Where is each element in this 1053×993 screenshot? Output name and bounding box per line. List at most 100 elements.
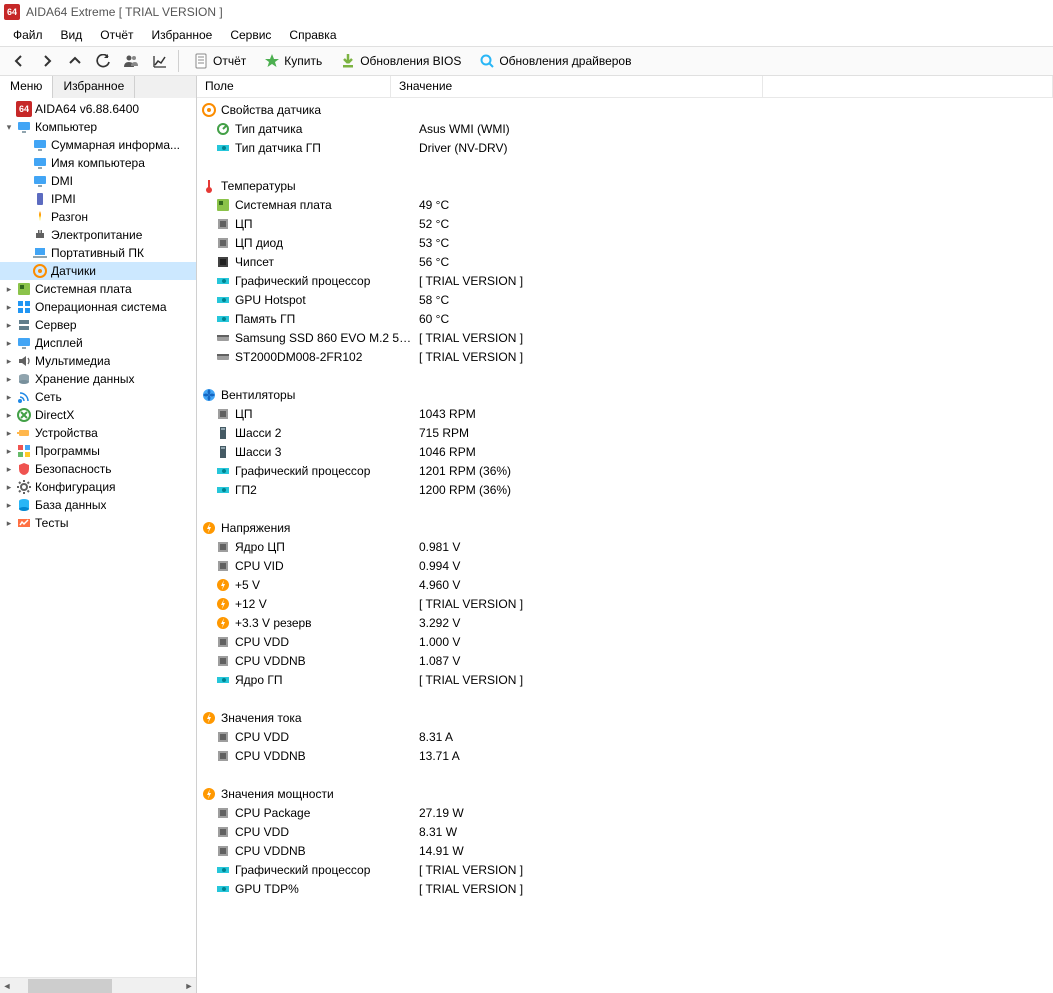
sensor-row[interactable]: GPU Hotspot58 °C <box>197 290 1053 309</box>
sensor-row[interactable]: Ядро ЦП0.981 V <box>197 537 1053 556</box>
twisty-icon[interactable]: ▸ <box>2 464 16 475</box>
refresh-button[interactable] <box>90 48 116 74</box>
tab-menu[interactable]: Меню <box>0 76 53 98</box>
tree-computer[interactable]: ▾Компьютер <box>0 118 196 136</box>
sensor-row[interactable]: CPU VDD8.31 A <box>197 727 1053 746</box>
tree-root[interactable]: 64AIDA64 v6.88.6400 <box>0 100 196 118</box>
tree-category[interactable]: ▸База данных <box>0 496 196 514</box>
sensor-row[interactable]: +12 V[ TRIAL VERSION ] <box>197 594 1053 613</box>
sensor-row[interactable]: Память ГП60 °C <box>197 309 1053 328</box>
menu-report[interactable]: Отчёт <box>91 25 142 45</box>
sensor-row[interactable]: ЦП диод53 °C <box>197 233 1053 252</box>
menu-help[interactable]: Справка <box>280 25 345 45</box>
tree-category[interactable]: ▸Операционная система <box>0 298 196 316</box>
tree-computer-child[interactable]: Датчики <box>0 262 196 280</box>
tree-computer-child[interactable]: Электропитание <box>0 226 196 244</box>
twisty-icon[interactable]: ▸ <box>2 410 16 421</box>
menu-favorite[interactable]: Избранное <box>143 25 222 45</box>
tree-category[interactable]: ▸Программы <box>0 442 196 460</box>
tree-category[interactable]: ▸Сеть <box>0 388 196 406</box>
tree-category[interactable]: ▸Мультимедиа <box>0 352 196 370</box>
group-header[interactable]: Температуры <box>197 176 1053 195</box>
menu-service[interactable]: Сервис <box>221 25 280 45</box>
sensor-row[interactable]: Шасси 2715 RPM <box>197 423 1053 442</box>
sensor-row[interactable]: Samsung SSD 860 EVO M.2 5…[ TRIAL VERSIO… <box>197 328 1053 347</box>
twisty-icon[interactable]: ▸ <box>2 374 16 385</box>
bios-update-button[interactable]: Обновления BIOS <box>332 48 469 74</box>
scroll-right-icon[interactable]: ► <box>182 981 196 991</box>
group-header[interactable]: Напряжения <box>197 518 1053 537</box>
sensor-row[interactable]: CPU VDDNB1.087 V <box>197 651 1053 670</box>
up-button[interactable] <box>62 48 88 74</box>
twisty-icon[interactable]: ▸ <box>2 482 16 493</box>
sensor-row[interactable]: Чипсет56 °C <box>197 252 1053 271</box>
sensor-row[interactable]: Системная плата49 °C <box>197 195 1053 214</box>
buy-button[interactable]: Купить <box>256 48 330 74</box>
sensor-row[interactable]: Графический процессор1201 RPM (36%) <box>197 461 1053 480</box>
menu-view[interactable]: Вид <box>52 25 92 45</box>
tree-category[interactable]: ▸Хранение данных <box>0 370 196 388</box>
tree-category[interactable]: ▸Сервер <box>0 316 196 334</box>
group-header[interactable]: Значения мощности <box>197 784 1053 803</box>
driver-update-button[interactable]: Обновления драйверов <box>471 48 639 74</box>
scroll-thumb[interactable] <box>28 979 112 993</box>
twisty-icon[interactable]: ▸ <box>2 338 16 349</box>
twisty-icon[interactable]: ▸ <box>2 446 16 457</box>
twisty-icon[interactable]: ▸ <box>2 428 16 439</box>
sensor-row[interactable]: +5 V4.960 V <box>197 575 1053 594</box>
group-header[interactable]: Значения тока <box>197 708 1053 727</box>
sensor-row[interactable]: ЦП52 °C <box>197 214 1053 233</box>
tree-category[interactable]: ▸DirectX <box>0 406 196 424</box>
sensor-row[interactable]: CPU VDD8.31 W <box>197 822 1053 841</box>
twisty-icon[interactable]: ▾ <box>2 122 16 133</box>
tree-computer-child[interactable]: Суммарная информа... <box>0 136 196 154</box>
twisty-icon[interactable]: ▸ <box>2 518 16 529</box>
sensor-row[interactable]: CPU Package27.19 W <box>197 803 1053 822</box>
sensor-row[interactable]: CPU VDDNB14.91 W <box>197 841 1053 860</box>
users-button[interactable] <box>118 48 144 74</box>
menu-file[interactable]: Файл <box>4 25 52 45</box>
tree-horizontal-scrollbar[interactable]: ◄ ► <box>0 977 196 993</box>
tree-computer-child[interactable]: Портативный ПК <box>0 244 196 262</box>
twisty-icon[interactable]: ▸ <box>2 356 16 367</box>
group-header[interactable]: Свойства датчика <box>197 100 1053 119</box>
tree-computer-child[interactable]: Разгон <box>0 208 196 226</box>
scroll-left-icon[interactable]: ◄ <box>0 981 14 991</box>
sensor-row[interactable]: Графический процессор[ TRIAL VERSION ] <box>197 271 1053 290</box>
sensor-row[interactable]: GPU TDP%[ TRIAL VERSION ] <box>197 879 1053 898</box>
back-button[interactable] <box>6 48 32 74</box>
tab-favorites[interactable]: Избранное <box>53 76 135 98</box>
report-button[interactable]: Отчёт <box>185 48 254 74</box>
sensor-row[interactable]: ЦП1043 RPM <box>197 404 1053 423</box>
column-field[interactable]: Поле <box>197 76 391 97</box>
nav-tree[interactable]: 64AIDA64 v6.88.6400▾КомпьютерСуммарная и… <box>0 98 196 977</box>
sensor-row[interactable]: Шасси 31046 RPM <box>197 442 1053 461</box>
twisty-icon[interactable]: ▸ <box>2 284 16 295</box>
forward-button[interactable] <box>34 48 60 74</box>
group-header[interactable]: Вентиляторы <box>197 385 1053 404</box>
tree-category[interactable]: ▸Безопасность <box>0 460 196 478</box>
tree-computer-child[interactable]: IPMI <box>0 190 196 208</box>
sensor-row[interactable]: Ядро ГП[ TRIAL VERSION ] <box>197 670 1053 689</box>
sensor-row[interactable]: ST2000DM008-2FR102[ TRIAL VERSION ] <box>197 347 1053 366</box>
twisty-icon[interactable]: ▸ <box>2 392 16 403</box>
tree-category[interactable]: ▸Тесты <box>0 514 196 532</box>
tree-computer-child[interactable]: Имя компьютера <box>0 154 196 172</box>
sensor-row[interactable]: CPU VDDNB13.71 A <box>197 746 1053 765</box>
sensor-row[interactable]: Тип датчика ГПDriver (NV-DRV) <box>197 138 1053 157</box>
sensor-row[interactable]: Графический процессор[ TRIAL VERSION ] <box>197 860 1053 879</box>
graph-button[interactable] <box>146 48 172 74</box>
sensor-row[interactable]: +3.3 V резерв3.292 V <box>197 613 1053 632</box>
tree-category[interactable]: ▸Дисплей <box>0 334 196 352</box>
sensor-row[interactable]: CPU VDD1.000 V <box>197 632 1053 651</box>
tree-computer-child[interactable]: DMI <box>0 172 196 190</box>
sensor-row[interactable]: CPU VID0.994 V <box>197 556 1053 575</box>
twisty-icon[interactable]: ▸ <box>2 320 16 331</box>
twisty-icon[interactable]: ▸ <box>2 500 16 511</box>
tree-category[interactable]: ▸Конфигурация <box>0 478 196 496</box>
twisty-icon[interactable]: ▸ <box>2 302 16 313</box>
tree-category[interactable]: ▸Устройства <box>0 424 196 442</box>
sensor-row[interactable]: Тип датчикаAsus WMI (WMI) <box>197 119 1053 138</box>
tree-category[interactable]: ▸Системная плата <box>0 280 196 298</box>
sensor-row[interactable]: ГП21200 RPM (36%) <box>197 480 1053 499</box>
